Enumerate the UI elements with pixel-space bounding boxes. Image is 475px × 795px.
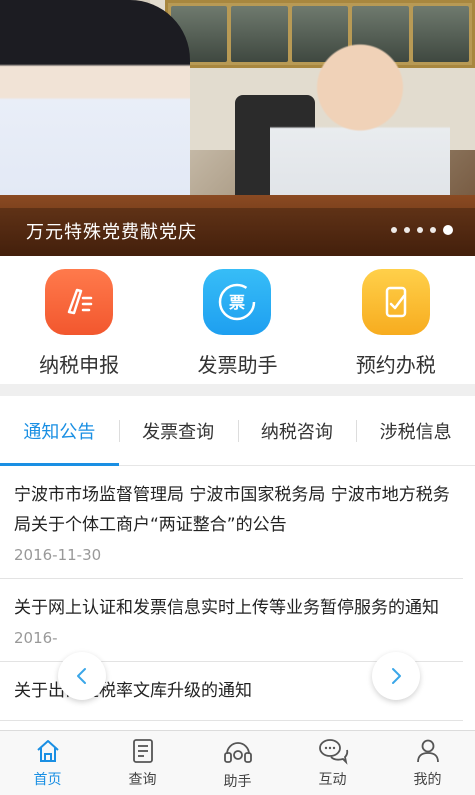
nav-interact[interactable]: 互动 — [285, 731, 380, 795]
chevron-right-icon — [392, 668, 401, 684]
carousel-dot[interactable] — [417, 227, 423, 233]
phone-check-icon — [361, 269, 430, 335]
headset-icon — [223, 742, 252, 763]
section-divider — [0, 384, 475, 396]
quick-action-label: 预约办税 — [355, 353, 436, 377]
tab-invoice-query[interactable]: 发票查询 — [118, 396, 238, 465]
nav-label: 我的 — [413, 772, 442, 788]
quick-action-tax-filing[interactable]: 纳税申报 — [0, 256, 158, 384]
news-date: 2016-11-30 — [14, 546, 102, 564]
search-doc-icon — [132, 739, 153, 763]
bottom-nav: 首页 查询 助手 互动 我的 — [0, 730, 475, 795]
user-icon — [416, 739, 439, 763]
invoice-icon-text: 票 — [229, 293, 245, 312]
nav-query[interactable]: 查询 — [95, 731, 190, 795]
quick-action-appointment[interactable]: 预约办税 — [317, 256, 475, 384]
carousel-dot-active[interactable] — [443, 225, 453, 235]
nav-label: 首页 — [33, 772, 62, 788]
nav-home[interactable]: 首页 — [0, 731, 95, 795]
carousel-dot[interactable] — [404, 227, 410, 233]
tab-notice[interactable]: 通知公告 — [0, 396, 119, 466]
next-arrow-button[interactable] — [372, 652, 420, 700]
banner-caption: 万元特殊党费献党庆 — [26, 222, 197, 243]
chat-bubbles-icon — [318, 739, 348, 765]
quick-actions: 纳税申报 票 发票助手 预约办税 — [0, 256, 475, 384]
quick-action-invoice-assistant[interactable]: 票 发票助手 — [158, 256, 316, 384]
tab-tax-consult[interactable]: 纳税咨询 — [237, 396, 357, 465]
carousel-dot[interactable] — [391, 227, 397, 233]
chevron-left-icon — [77, 668, 86, 684]
banner-carousel[interactable]: 万元特殊党费献党庆 — [0, 0, 475, 256]
nav-label: 助手 — [223, 774, 252, 790]
list-item[interactable]: 宁波市市场监督管理局 宁波市国家税务局 宁波市地方税务局关于个体工商户“两证整合… — [0, 466, 463, 579]
news-title: 宁波市市场监督管理局 宁波市国家税务局 宁波市地方税务局关于个体工商户“两证整合… — [14, 485, 450, 535]
nav-label: 互动 — [318, 772, 347, 788]
quick-action-label: 发票助手 — [197, 353, 278, 377]
prev-arrow-button[interactable] — [58, 652, 106, 700]
invoice-ticket-icon: 票 — [203, 269, 272, 335]
news-tabs: 通知公告 发票查询 纳税咨询 涉税信息 — [0, 396, 475, 466]
carousel-dot[interactable] — [430, 227, 436, 233]
nav-assistant[interactable]: 助手 — [190, 731, 285, 795]
news-date: 2016- — [14, 629, 58, 647]
tab-tax-info[interactable]: 涉税信息 — [356, 396, 475, 465]
home-icon — [36, 740, 59, 762]
carousel-indicator — [391, 225, 453, 235]
pen-list-icon — [45, 269, 114, 335]
nav-label: 查询 — [128, 772, 157, 788]
nav-mine[interactable]: 我的 — [380, 731, 475, 795]
news-title: 关于网上认证和发票信息实时上传等业务暂停服务的通知 — [14, 598, 439, 618]
list-item[interactable]: 关于网上认证和发票信息实时上传等业务暂停服务的通知 2016- — [0, 579, 463, 662]
quick-action-label: 纳税申报 — [39, 353, 120, 377]
